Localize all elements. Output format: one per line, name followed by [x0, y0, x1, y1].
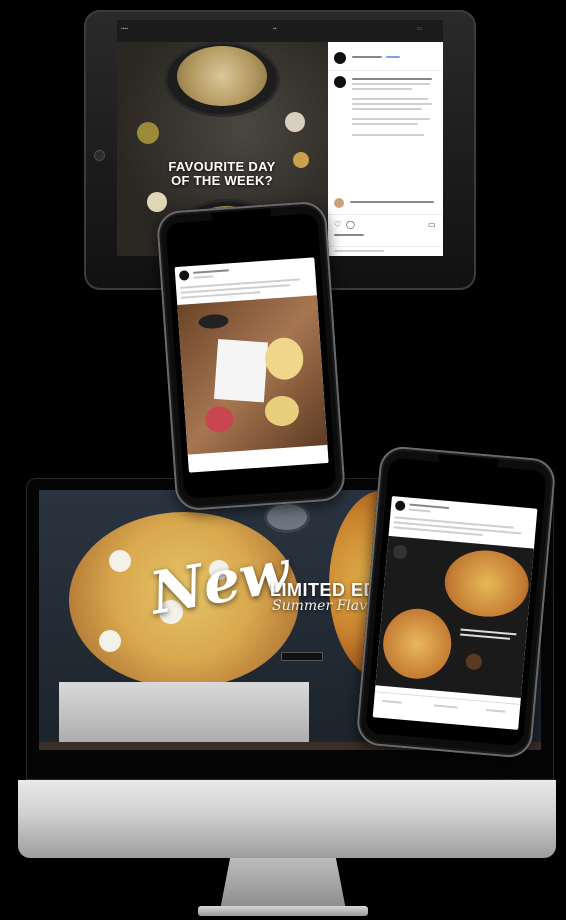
follow-link[interactable]	[386, 56, 400, 58]
post-headline-line-1: FAVOURITE DAY	[168, 159, 276, 174]
sauce-cup	[204, 405, 235, 434]
phone-device-instagram-post	[355, 444, 557, 760]
post-headline-line-2: OF THE WEEK?	[171, 173, 273, 188]
page-name-text[interactable]	[192, 269, 230, 274]
comment-line	[350, 201, 434, 203]
burrata-topping	[109, 550, 131, 572]
menu-card	[213, 339, 269, 403]
garlic-bowl	[285, 112, 305, 132]
like-action[interactable]	[382, 699, 403, 704]
caption-line	[352, 123, 418, 125]
caption-line	[352, 98, 428, 100]
page-avatar[interactable]	[394, 500, 406, 512]
ipad-home-button	[94, 150, 105, 161]
phone-screen	[165, 213, 337, 499]
olive-oil-bowl	[137, 122, 159, 144]
status-clock: ▪▪	[273, 26, 277, 32]
instagram-comments-panel: ♡ ◯ ▭	[328, 42, 443, 256]
page-avatar[interactable]	[178, 270, 190, 281]
post-headline: FAVOURITE DAY OF THE WEEK?	[147, 160, 297, 188]
parmesan-bowl	[147, 192, 167, 212]
likes-count-text	[334, 234, 364, 236]
account-avatar[interactable]	[334, 52, 346, 64]
imac-chin	[18, 780, 556, 858]
panel-divider	[328, 70, 443, 71]
post-timestamp	[408, 508, 431, 513]
bookmark-icon[interactable]: ▭	[428, 220, 436, 229]
photo-caption-line	[460, 633, 511, 640]
panel-divider	[328, 246, 443, 247]
share-action[interactable]	[485, 709, 506, 713]
logo-coaster	[198, 313, 229, 330]
phone-device-facebook-post	[155, 200, 347, 512]
dough-ball	[263, 394, 300, 428]
caption-avatar	[334, 76, 346, 88]
sauce-bowl	[267, 504, 307, 530]
caption-line	[352, 134, 424, 136]
heart-icon[interactable]: ♡	[334, 220, 341, 229]
comment-icon[interactable]: ◯	[346, 220, 355, 229]
olive-bowl	[465, 653, 483, 671]
post-photo	[375, 535, 534, 699]
dough-ball	[263, 336, 305, 381]
add-comment-input[interactable]	[334, 250, 384, 252]
comment-avatar	[334, 198, 344, 208]
ipad-status-bar: ▪▪▪▪ ▪▪ ▭	[117, 20, 443, 42]
hero-cta-button[interactable]	[281, 652, 323, 661]
logo-badge	[392, 544, 408, 560]
pizza-bottom	[380, 605, 455, 682]
post-photo	[177, 295, 328, 455]
caption-line	[352, 118, 430, 120]
facebook-post-card	[174, 257, 329, 473]
imac-stand	[220, 858, 346, 910]
social-post-card	[372, 496, 538, 730]
imac-stand-foot	[198, 906, 368, 916]
panel-divider	[328, 214, 443, 215]
burrata-topping	[99, 630, 121, 652]
caption-line	[352, 88, 412, 90]
post-timestamp	[193, 275, 214, 279]
status-left-indicator: ▪▪▪▪	[121, 26, 129, 32]
caption-line	[352, 103, 432, 105]
caption-line	[352, 78, 432, 80]
account-name-text[interactable]	[352, 56, 382, 58]
comment-action[interactable]	[433, 704, 458, 709]
white-tablecloth	[59, 682, 309, 750]
caption-line	[352, 83, 430, 85]
pizza-top	[442, 547, 532, 621]
battery-icon: ▭	[417, 26, 422, 32]
caption-line	[352, 108, 422, 110]
pasta-dish-top	[177, 46, 267, 106]
phone-screen	[365, 457, 547, 747]
summer-flavours-subtitle: Summer Flav	[272, 598, 368, 614]
